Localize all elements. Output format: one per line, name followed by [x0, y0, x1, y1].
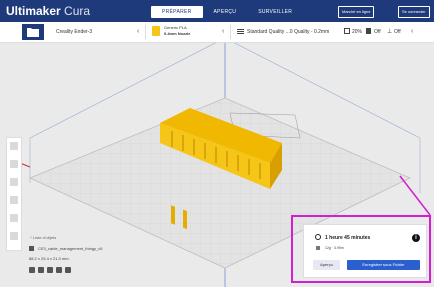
- tab-preview[interactable]: APERÇU: [203, 6, 248, 18]
- object-dimensions: 88.2 x 25.4 x 21.0 mm: [29, 256, 69, 261]
- left-tool-panel: [6, 137, 22, 251]
- move-tool-icon[interactable]: [10, 142, 18, 150]
- material-color-swatch: [152, 26, 160, 36]
- layer-icon[interactable]: [47, 267, 53, 273]
- support-blocker-icon[interactable]: [10, 232, 18, 240]
- stage-tabs: PRÉPARER APERÇU SURVEILLER: [151, 6, 303, 18]
- folder-icon: [27, 28, 39, 37]
- nozzle-size[interactable]: 0.4mm Nozzle: [164, 31, 190, 36]
- material-usage: 12g · 3.99m: [325, 246, 344, 250]
- brand-name: Ultimaker: [6, 4, 61, 18]
- scale-tool-icon[interactable]: [10, 160, 18, 168]
- info-icon[interactable]: i: [412, 234, 420, 242]
- tab-monitor[interactable]: SURVEILLER: [247, 6, 303, 18]
- preview-button[interactable]: Aperçu: [313, 260, 340, 270]
- view-icon[interactable]: [56, 267, 62, 273]
- print-time: 1 heure 45 minutes: [325, 235, 371, 241]
- object-list-toggle[interactable]: ^ Liste d'objets: [30, 235, 56, 240]
- mirror-tool-icon[interactable]: [10, 196, 18, 204]
- pencil-icon: [29, 246, 34, 251]
- adhesion-value[interactable]: Off: [394, 28, 401, 36]
- object-list-label: Liste d'objets: [33, 235, 57, 240]
- app-logo: Ultimaker Cura: [6, 4, 90, 18]
- adhesion-icon: ⊥: [387, 29, 393, 35]
- print-profile-selector[interactable]: Standard Quality ...0 Quality - 0.2mm: [247, 28, 329, 36]
- save-to-file-button[interactable]: Enregistrer sous Fichier: [347, 260, 420, 270]
- per-model-settings-icon[interactable]: [10, 214, 18, 222]
- chevron-left-icon: ‹: [411, 28, 414, 35]
- support-value[interactable]: Off: [374, 28, 381, 36]
- settings-toolbar: Creality Ender-3 ‹ Generic PLA 0.4mm Noz…: [0, 22, 434, 43]
- arrange-icon[interactable]: [29, 267, 35, 273]
- material-icon: [316, 246, 320, 250]
- chevron-left-icon: ‹: [137, 28, 140, 35]
- divider: [230, 25, 231, 39]
- chevron-left-icon: ‹: [222, 28, 225, 35]
- printer-selector[interactable]: Creality Ender-3: [56, 28, 92, 36]
- product-name: Cura: [64, 4, 91, 18]
- annotation-arrow: [399, 175, 431, 216]
- app-header: Ultimaker Cura PRÉPARER APERÇU SURVEILLE…: [0, 0, 434, 22]
- print-summary-panel: 1 heure 45 minutes i 12g · 3.99m Aperçu …: [303, 224, 427, 278]
- marketplace-button[interactable]: Marché en ligne: [338, 6, 375, 18]
- signin-button[interactable]: Se connecter: [398, 6, 430, 18]
- clock-icon: [315, 234, 321, 240]
- infill-icon: [344, 28, 350, 34]
- object-filename: CE3_cable_management_thingy_v5: [38, 246, 103, 251]
- infill-value[interactable]: 20%: [352, 28, 362, 36]
- settings-sliders-icon: [237, 29, 244, 34]
- camera-icon[interactable]: [65, 267, 71, 273]
- rotate-tool-icon[interactable]: [10, 178, 18, 186]
- cube-icon[interactable]: [38, 267, 44, 273]
- divider: [145, 25, 146, 39]
- open-file-button[interactable]: [22, 24, 44, 40]
- material-type[interactable]: Generic PLA: [164, 25, 187, 30]
- tab-prepare[interactable]: PRÉPARER: [151, 6, 203, 18]
- object-tools: [29, 267, 71, 273]
- support-icon: [366, 28, 371, 34]
